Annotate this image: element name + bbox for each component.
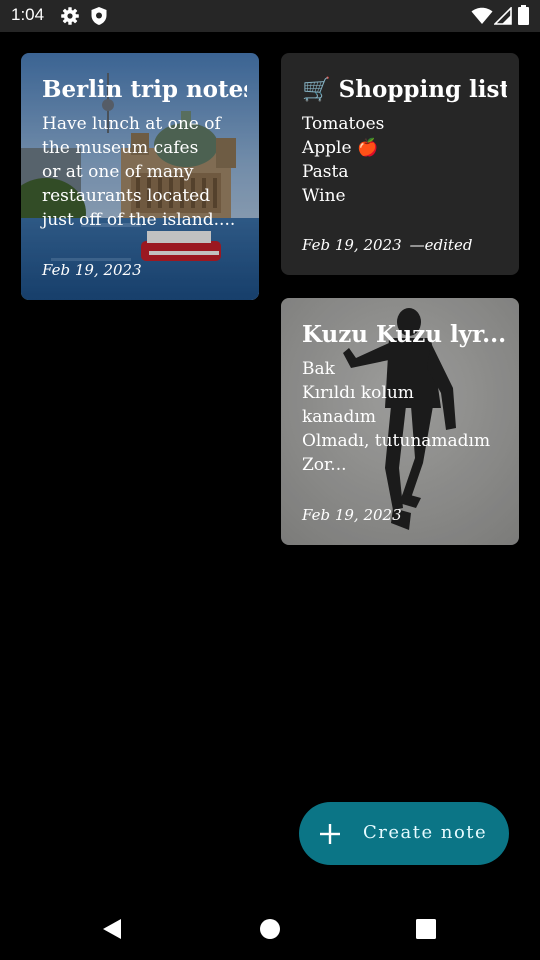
- note-date-text: Feb 19, 2023: [42, 261, 142, 279]
- plus-icon: [319, 823, 341, 849]
- note-edited-label: —edited: [409, 236, 473, 254]
- note-date-text: Feb 19, 2023: [302, 236, 402, 254]
- create-note-label: Create note: [363, 822, 488, 843]
- note-card-kuzu-kuzu[interactable]: Kuzu Kuzu lyr... Bak Kırıldı kolum kanad…: [281, 298, 519, 545]
- status-time: 1:04: [11, 5, 45, 24]
- note-content: Berlin trip notes Have lunch at one of t…: [42, 75, 247, 232]
- navigation-bar: [0, 900, 540, 960]
- note-body: Tomatoes Apple 🍎 Pasta Wine: [302, 114, 385, 206]
- note-content: Kuzu Kuzu lyr... Bak Kırıldı kolum kanad…: [302, 320, 507, 477]
- note-body: Have lunch at one of the museum cafes or…: [42, 114, 236, 230]
- note-content: 🛒 Shopping list Tomatoes Apple 🍎 Pasta W…: [302, 75, 507, 208]
- note-date: Feb 19, 2023: [42, 260, 142, 280]
- note-date: Feb 19, 2023 —edited: [302, 235, 472, 255]
- note-card-berlin[interactable]: Berlin trip notes Have lunch at one of t…: [21, 53, 259, 300]
- back-icon[interactable]: [101, 917, 123, 941]
- shield-icon: [90, 6, 108, 26]
- create-note-button[interactable]: Create note: [299, 802, 509, 865]
- note-title: Berlin trip notes: [42, 76, 247, 103]
- wifi-icon: [471, 7, 493, 25]
- note-title: 🛒 Shopping list: [302, 76, 507, 103]
- status-bar: 1:04: [0, 0, 540, 32]
- recents-icon[interactable]: [415, 918, 437, 940]
- note-card-shopping-list[interactable]: 🛒 Shopping list Tomatoes Apple 🍎 Pasta W…: [281, 53, 519, 275]
- note-date-text: Feb 19, 2023: [302, 506, 402, 524]
- home-icon[interactable]: [259, 918, 281, 940]
- note-body: Bak Kırıldı kolum kanadım Olmadı, tutuna…: [302, 359, 491, 475]
- signal-icon: [494, 7, 512, 25]
- note-date: Feb 19, 2023: [302, 505, 402, 525]
- battery-icon: [518, 5, 529, 25]
- note-title: Kuzu Kuzu lyr...: [302, 321, 507, 348]
- gear-icon: [60, 6, 80, 26]
